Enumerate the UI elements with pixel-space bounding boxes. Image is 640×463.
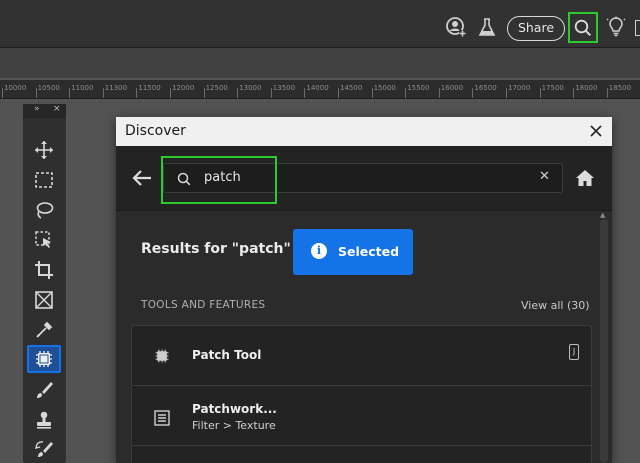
- info-icon: i: [311, 243, 327, 259]
- ruler-tick-label: 11500: [138, 84, 161, 92]
- home-icon[interactable]: [575, 169, 595, 191]
- ruler-tick-line: [371, 88, 373, 98]
- brush-tool-icon[interactable]: [29, 377, 59, 403]
- stamp-tool-icon[interactable]: [29, 407, 59, 433]
- ruler-tick-line: [170, 88, 171, 98]
- ruler-tick-line: [539, 88, 541, 98]
- ruler-tick-label: 13500: [272, 84, 296, 92]
- history-brush-tool-icon[interactable]: [29, 437, 59, 463]
- beaker-icon[interactable]: [474, 14, 500, 40]
- search-icon: [574, 19, 592, 36]
- panel-edge: [635, 20, 640, 36]
- list-item[interactable]: Patch Tool J: [132, 326, 591, 386]
- patch-tool-icon: [154, 348, 170, 368]
- ruler-tick-line: [338, 88, 339, 98]
- move-tool-icon[interactable]: [29, 137, 59, 163]
- close-icon[interactable]: [586, 121, 606, 141]
- close-icon[interactable]: ×: [53, 104, 61, 114]
- user-add-icon[interactable]: [443, 14, 469, 40]
- scrollbar-thumb[interactable]: [600, 219, 608, 463]
- ruler-tick-label: 18000: [575, 84, 598, 92]
- document-tab-strip: [0, 48, 640, 78]
- search-button[interactable]: [568, 12, 598, 43]
- marquee-tool-icon[interactable]: [29, 167, 59, 193]
- ruler-tick-label: 10500: [37, 84, 60, 92]
- item-path: Filter > Texture: [192, 419, 276, 432]
- ruler-tick-label: 12000: [172, 84, 195, 92]
- horizontal-ruler: 10000 10500 11000 11300 11500 12000 12500 13000…: [0, 80, 640, 99]
- item-name: Patchwork...: [192, 402, 277, 416]
- ruler-tick-label: 16000: [440, 84, 464, 92]
- discover-title: Discover: [125, 123, 186, 139]
- selected-button-label: Selected: [338, 244, 400, 259]
- ruler-tick-line: [203, 88, 205, 98]
- divider: [132, 445, 591, 446]
- item-name: Patch Tool: [192, 348, 262, 362]
- list-item[interactable]: Patchwork... Filter > Texture: [132, 386, 591, 446]
- ruler-tick-label: 15000: [373, 84, 396, 92]
- scrollbar[interactable]: ▲: [599, 211, 609, 463]
- ruler-tick-label: 18500: [608, 84, 632, 92]
- view-all-link[interactable]: View all (30): [521, 299, 590, 312]
- share-button[interactable]: Share: [507, 16, 565, 41]
- lightbulb-icon[interactable]: [603, 14, 629, 40]
- frame-tool-icon[interactable]: [29, 287, 59, 313]
- ruler-tick-line: [304, 88, 306, 98]
- ruler-tick-label: 11000: [71, 84, 94, 92]
- back-arrow-icon[interactable]: [131, 168, 153, 192]
- ruler-tick-label: 16500: [474, 84, 497, 92]
- patch-tool-icon[interactable]: [27, 345, 61, 373]
- lasso-tool-icon[interactable]: [29, 197, 59, 223]
- ruler-tick-line: [237, 88, 239, 98]
- collapse-icon[interactable]: »: [34, 104, 40, 114]
- ruler-tick-line: [506, 88, 507, 98]
- ruler-tick-line: [405, 88, 407, 98]
- ruler-tick-label: 11300: [104, 84, 128, 92]
- ruler-tick-line: [438, 88, 440, 98]
- ruler-tick-line: [270, 88, 272, 98]
- ruler-tick-line: [573, 88, 575, 98]
- crop-tool-icon[interactable]: [29, 257, 59, 283]
- search-highlight-box: [161, 156, 277, 204]
- tools-panel-header: » ×: [23, 104, 66, 118]
- ruler-tick-line: [472, 88, 474, 98]
- section-header: TOOLS AND FEATURES: [141, 299, 266, 311]
- ruler-tick-line: [102, 88, 104, 98]
- results-title: Results for "patch": [141, 241, 291, 257]
- ruler-tick-label: 10000: [4, 84, 27, 92]
- results-list: Patch Tool J Patchwork... Filter > Textu…: [131, 325, 592, 463]
- options-bar: Share: [0, 0, 640, 48]
- filter-icon: [154, 410, 170, 430]
- object-select-tool-icon[interactable]: [29, 227, 59, 253]
- shortcut-key: J: [569, 344, 579, 360]
- clear-search-icon[interactable]: ✕: [539, 169, 550, 184]
- ruler-tick-label: 17000: [508, 84, 531, 92]
- scroll-up-icon[interactable]: ▲: [600, 211, 605, 219]
- ruler-tick-line: [2, 88, 3, 98]
- ruler-tick-label: 14500: [340, 84, 363, 92]
- ruler-tick-label: 17500: [541, 84, 564, 92]
- tools-panel: » ×: [23, 104, 66, 463]
- ruler-tick-line: [606, 88, 608, 98]
- ruler-tick-line: [69, 88, 71, 98]
- ruler-tick-label: 15500: [407, 84, 430, 92]
- eyedropper-tool-icon[interactable]: [29, 317, 59, 343]
- ruler-tick-label: 12500: [205, 84, 228, 92]
- discover-title-bar: Discover: [116, 117, 612, 146]
- selected-button[interactable]: i Selected: [293, 229, 413, 275]
- ruler-tick-label: 13000: [239, 84, 262, 92]
- ruler-tick-line: [35, 88, 37, 98]
- ruler-tick-line: [136, 88, 138, 98]
- ruler-tick-label: 14000: [306, 84, 329, 92]
